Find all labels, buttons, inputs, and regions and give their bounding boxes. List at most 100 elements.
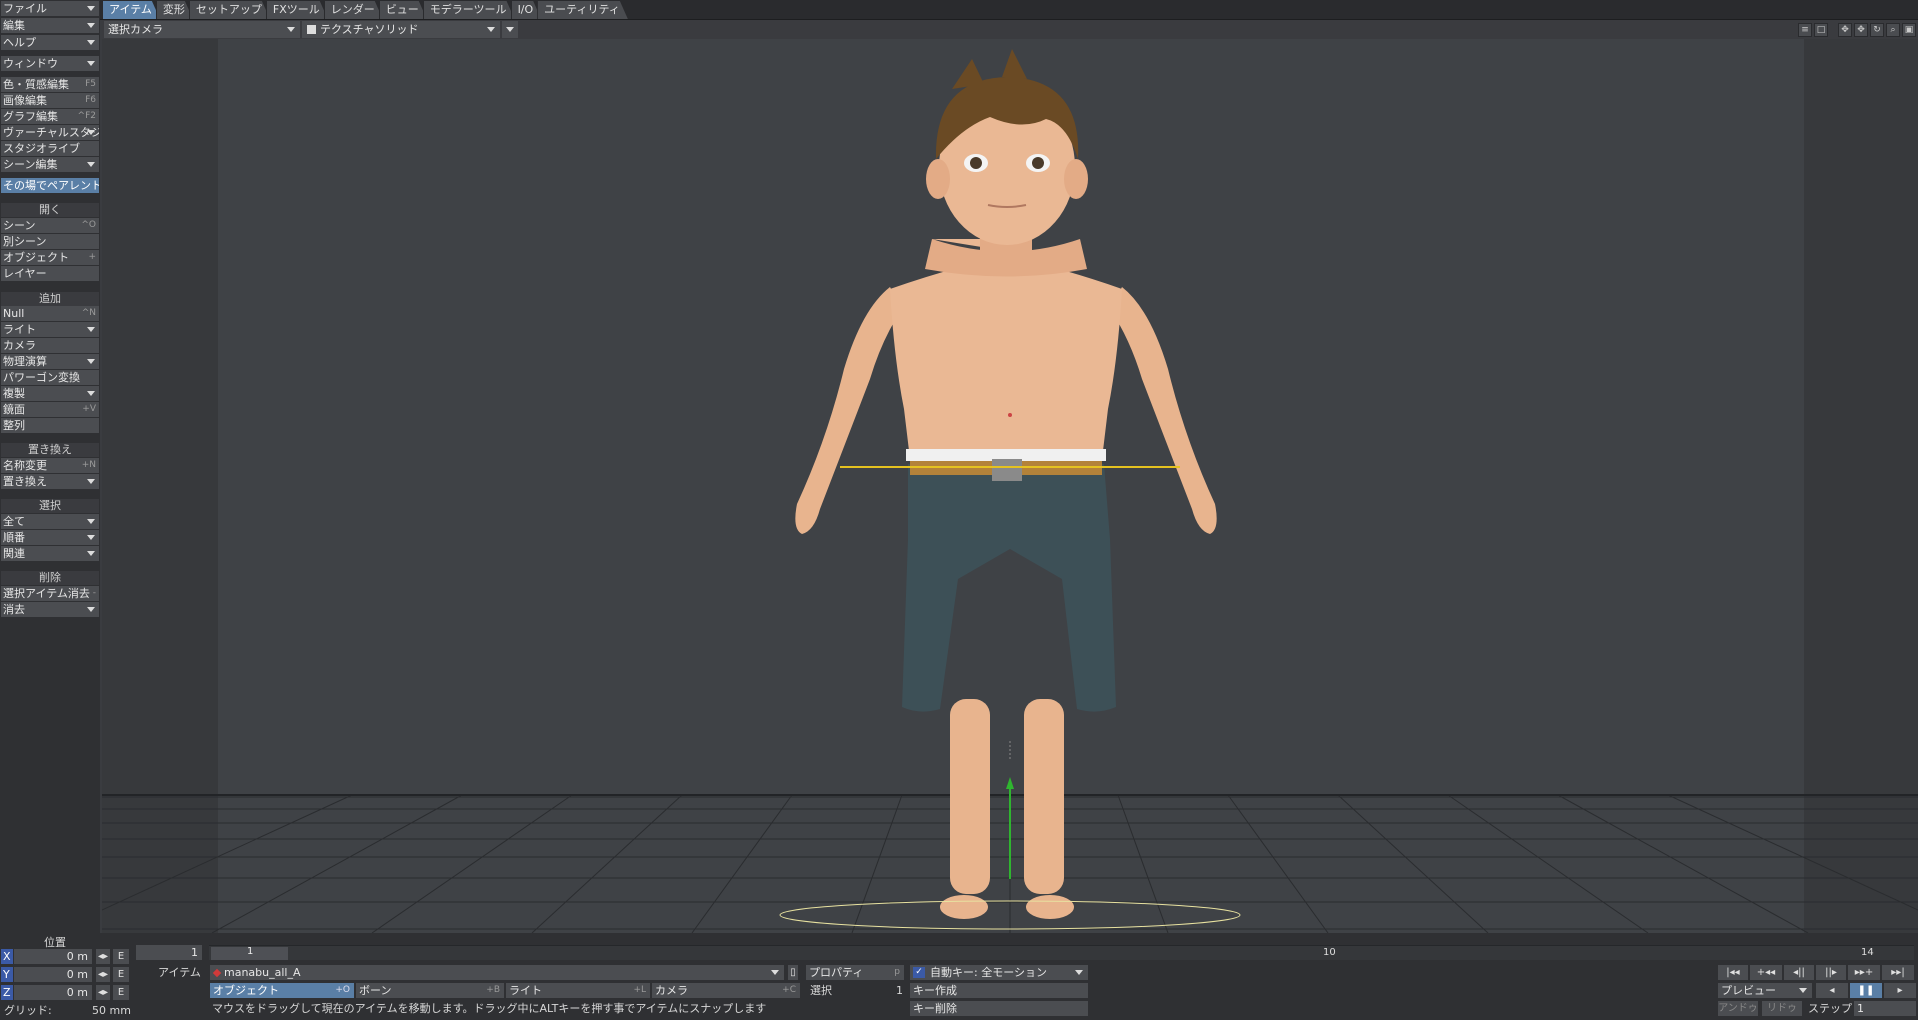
z-envelope-button[interactable]: E — [113, 985, 129, 1000]
undo-button[interactable]: アンドゥ — [1718, 1001, 1758, 1016]
add-clone[interactable]: 複製 — [1, 386, 99, 401]
auto-key-select[interactable]: ✓ 自動キー: 全モーション — [910, 965, 1088, 980]
move-icon[interactable]: ✥ — [1854, 23, 1868, 37]
pause-icon[interactable]: ❚❚ — [1850, 983, 1882, 998]
add-null[interactable]: Null ^N — [1, 306, 99, 321]
add-powergon[interactable]: パワーゴン変換 — [1, 370, 99, 385]
editor-graph[interactable]: グラフ編集 ^F2 — [1, 109, 99, 124]
maximize-icon[interactable]: □ — [1814, 23, 1828, 37]
add-align[interactable]: 整列 — [1, 418, 99, 433]
shortcut: ^O — [81, 220, 96, 230]
last-frame-icon[interactable]: ▸▸| — [1882, 965, 1914, 980]
editor-image[interactable]: 画像編集 F6 — [1, 93, 99, 108]
prev-key-icon[interactable]: +◂◂ — [1750, 965, 1782, 980]
select-related[interactable]: 関連 — [1, 546, 99, 561]
character-model[interactable] — [795, 49, 1217, 919]
menu-help[interactable]: ヘルプ — [1, 35, 99, 50]
open-label: 別シーン — [3, 235, 47, 248]
x-envelope-button[interactable]: E — [113, 949, 129, 964]
x-position-field[interactable]: 0 m — [14, 949, 92, 964]
chevron-down-icon — [87, 327, 95, 332]
clear-button[interactable]: 消去 — [1, 602, 99, 617]
open-object[interactable]: オブジェクト + — [1, 250, 99, 265]
x-arrows-icon[interactable]: ◂▸ — [96, 949, 110, 964]
zoom-icon[interactable]: ⌕ — [1886, 23, 1900, 37]
editor-label: 色・質感編集 — [3, 78, 69, 91]
delete-selected[interactable]: 選択アイテム消去 - — [1, 586, 99, 601]
shortcut: F5 — [85, 79, 96, 89]
camera-mode-button[interactable]: カメラ +C — [652, 983, 800, 998]
select-order[interactable]: 順番 — [1, 530, 99, 545]
next-frame-icon[interactable]: ||▸ — [1816, 965, 1846, 980]
tab-8[interactable]: ユーティリティ — [537, 1, 628, 19]
select-all[interactable]: 全て — [1, 514, 99, 529]
tab-5[interactable]: ビュー — [379, 1, 427, 19]
add-mirror[interactable]: 鏡面 +V — [1, 402, 99, 417]
current-item-select[interactable]: manabu_all_A — [210, 965, 784, 980]
current-item-label: manabu_all_A — [224, 966, 301, 979]
add-physics[interactable]: 物理演算 — [1, 354, 99, 369]
create-key-button[interactable]: キー作成 — [910, 983, 1088, 998]
open-other-scene[interactable]: 別シーン — [1, 234, 99, 249]
editor-virtual-studio[interactable]: ヴァーチャルスタジオ — [1, 125, 99, 140]
camera-select[interactable]: 選択カメラ — [104, 21, 300, 38]
preview-select[interactable]: プレビュー — [1718, 983, 1812, 998]
viewport-options-dropdown[interactable] — [502, 21, 518, 38]
timeline-track[interactable]: 1 10 14 — [209, 945, 1914, 960]
section-add-header: 追加 — [1, 292, 99, 306]
tab-7[interactable]: I/O — [511, 1, 542, 19]
add-label: 物理演算 — [3, 355, 47, 368]
menu-file[interactable]: ファイル — [1, 1, 99, 16]
properties-button[interactable]: プロパティ p — [806, 965, 904, 980]
next-key-icon[interactable]: ▸▸+ — [1848, 965, 1880, 980]
z-position-field[interactable]: 0 m — [14, 985, 92, 1000]
tab-4[interactable]: レンダー — [324, 1, 383, 19]
delete-key-button[interactable]: キー削除 — [910, 1001, 1088, 1016]
redo-button[interactable]: リドゥ — [1762, 1001, 1802, 1016]
tab-6[interactable]: モデラーツール — [423, 1, 515, 19]
replace-button[interactable]: 置き換え — [1, 474, 99, 489]
y-position-field[interactable]: 0 m — [14, 967, 92, 982]
bone-mode-label: ボーン — [359, 984, 392, 997]
item-pin-icon[interactable]: ▯ — [788, 965, 798, 980]
checkbox-checked-icon[interactable]: ✓ — [913, 967, 925, 978]
open-layer[interactable]: レイヤー — [1, 266, 99, 281]
render-mode-select[interactable]: テクスチャソリッド — [302, 21, 500, 38]
current-frame-field[interactable]: 1 — [136, 945, 202, 960]
open-label: オブジェクト — [3, 251, 69, 264]
tab-3[interactable]: FXツール — [266, 1, 328, 19]
open-scene[interactable]: シーン ^O — [1, 218, 99, 233]
object-mode-button[interactable]: オブジェクト +O — [210, 983, 354, 998]
play-reverse-icon[interactable]: ◂ — [1816, 983, 1848, 998]
add-label: Null — [3, 307, 25, 320]
y-envelope-button[interactable]: E — [113, 967, 129, 982]
add-light[interactable]: ライト — [1, 322, 99, 337]
editor-studio-live[interactable]: スタジオライブ — [1, 141, 99, 156]
rotate-icon[interactable]: ↻ — [1870, 23, 1884, 37]
prev-frame-icon[interactable]: ◂|| — [1784, 965, 1814, 980]
parent-in-place-button[interactable]: その場でペアレント — [1, 178, 99, 193]
tab-2[interactable]: セットアップ — [189, 1, 270, 19]
step-field[interactable]: 1 — [1854, 1001, 1916, 1016]
viewport[interactable] — [102, 39, 1918, 933]
tab-0[interactable]: アイテム — [102, 1, 160, 19]
editor-scene[interactable]: シーン編集 — [1, 157, 99, 172]
menu-edit[interactable]: 編集 — [1, 18, 99, 33]
y-arrows-icon[interactable]: ◂▸ — [96, 967, 110, 982]
editor-surface[interactable]: 色・質感編集 F5 — [1, 77, 99, 92]
add-camera[interactable]: カメラ — [1, 338, 99, 353]
bone-mode-button[interactable]: ボーン +B — [356, 983, 504, 998]
fit-icon[interactable]: ▣ — [1902, 23, 1916, 37]
light-mode-button[interactable]: ライト +L — [506, 983, 650, 998]
first-frame-icon[interactable]: |◂◂ — [1718, 965, 1748, 980]
z-arrows-icon[interactable]: ◂▸ — [96, 985, 110, 1000]
move-view-icon[interactable]: ✥ — [1838, 23, 1852, 37]
editor-label: スタジオライブ — [3, 142, 80, 155]
selected-count-value: 1 — [896, 984, 903, 997]
play-icon[interactable]: ▸ — [1884, 983, 1916, 998]
rename-button[interactable]: 名称変更 +N — [1, 458, 99, 473]
tab-1[interactable]: 変形 — [156, 1, 193, 19]
list-icon[interactable]: ≡ — [1798, 23, 1812, 37]
menu-window[interactable]: ウィンドウ — [1, 56, 99, 71]
move-gizmo-arrow[interactable] — [1006, 777, 1014, 789]
